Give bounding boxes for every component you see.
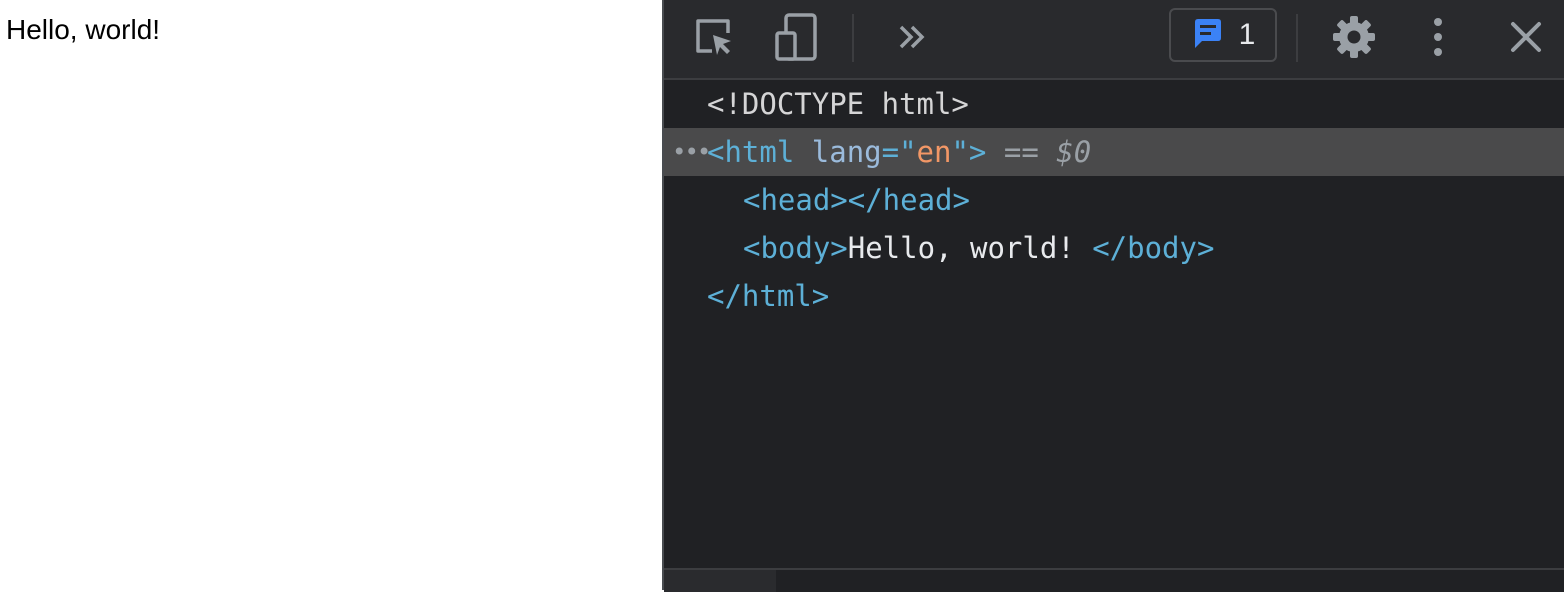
attr-value-en: en <box>916 135 952 169</box>
html-close-tag: </html> <box>707 279 830 313</box>
issues-button[interactable]: 1 <box>1169 8 1277 62</box>
html-open-tag: <html <box>707 135 795 169</box>
close-icon <box>1509 20 1543 58</box>
chevron-double-right-icon <box>895 22 929 56</box>
body-open-tag: <body> <box>743 231 848 265</box>
selected-ref: $0 <box>1056 135 1092 169</box>
page-body-text: Hello, world! <box>6 14 161 45</box>
tree-row-doctype[interactable]: <!DOCTYPE html> <box>664 80 1564 128</box>
attr-eq: =" <box>881 135 917 169</box>
attr-close: "> <box>951 135 987 169</box>
bottom-tab[interactable] <box>664 570 776 592</box>
devtools-toolbar: 1 <box>664 0 1564 80</box>
doctype-node: <!DOCTYPE html> <box>707 87 969 121</box>
message-icon <box>1191 16 1225 54</box>
inspect-element-icon <box>692 15 736 63</box>
body-close-tag: </body> <box>1092 231 1215 265</box>
customize-menu-button[interactable] <box>1410 11 1466 67</box>
inspect-element-button[interactable] <box>686 11 742 67</box>
close-devtools-button[interactable] <box>1498 11 1554 67</box>
devtools-panel: 1 <!DOCTYPE html> ••• <html lang="en"> =… <box>662 0 1564 592</box>
body-text-node: Hello, world! <box>847 231 1093 265</box>
toolbar-separator <box>852 14 854 62</box>
kebab-menu-icon <box>1432 15 1444 63</box>
device-toolbar-button[interactable] <box>768 11 824 67</box>
bottom-drawer-strip <box>664 568 1564 592</box>
head-node: <head></head> <box>743 183 970 217</box>
gear-icon <box>1331 14 1377 64</box>
tree-row-html-selected[interactable]: ••• <html lang="en"> == $0 <box>664 128 1564 176</box>
more-tabs-button[interactable] <box>884 11 940 67</box>
tree-row-html-close[interactable]: </html> <box>664 272 1564 320</box>
elements-tree: <!DOCTYPE html> ••• <html lang="en"> == … <box>664 80 1564 320</box>
device-toolbar-icon <box>772 12 820 66</box>
tree-row-head[interactable]: <head></head> <box>664 176 1564 224</box>
issues-count: 1 <box>1238 18 1256 51</box>
settings-button[interactable] <box>1326 11 1382 67</box>
page-viewport: Hello, world! <box>0 0 662 590</box>
toolbar-separator <box>1296 14 1298 62</box>
attr-name-lang: lang <box>811 135 882 169</box>
node-actions-ellipsis[interactable]: ••• <box>672 128 711 176</box>
selected-marker: == <box>1003 135 1039 169</box>
tree-row-body[interactable]: <body>Hello, world! </body> <box>664 224 1564 272</box>
